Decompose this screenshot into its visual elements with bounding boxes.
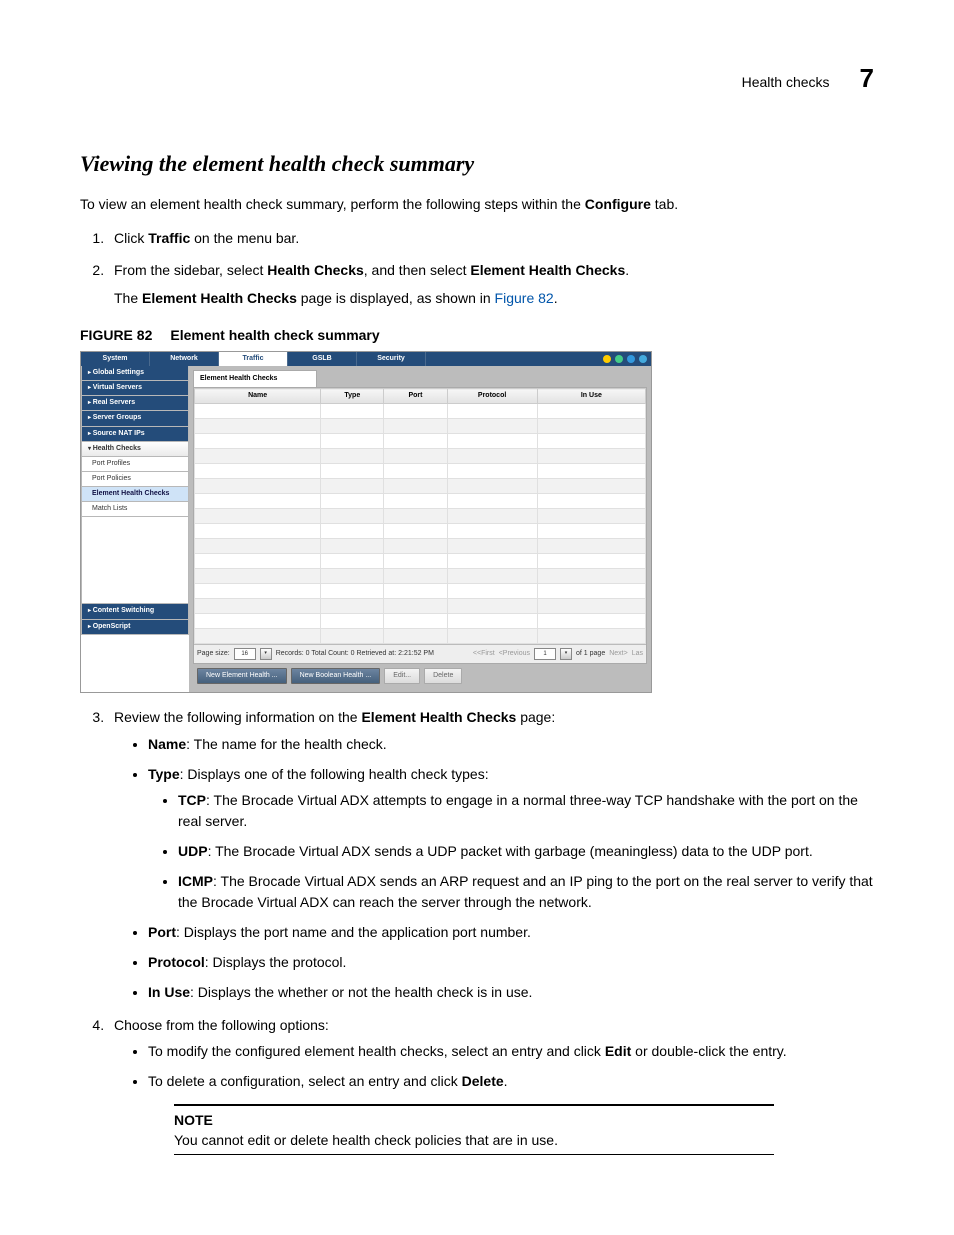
col-protocol[interactable]: Protocol <box>447 389 537 404</box>
sidebar-item-health-checks[interactable]: Health Checks <box>81 442 189 457</box>
intro-bold: Configure <box>585 196 651 212</box>
col-type[interactable]: Type <box>321 389 384 404</box>
field-type-udp: UDP: The Brocade Virtual ADX sends a UDP… <box>178 841 874 861</box>
sidebar-item-content-switching[interactable]: Content Switching <box>81 604 189 619</box>
table-row <box>195 494 646 509</box>
table-row <box>195 629 646 644</box>
sidebar-item-source-nat-ips[interactable]: Source NAT IPs <box>81 427 189 442</box>
table-row <box>195 554 646 569</box>
table-row <box>195 614 646 629</box>
table-row <box>195 404 646 419</box>
sidebar-item-virtual-servers[interactable]: Virtual Servers <box>81 381 189 396</box>
sidebar-sub-match-lists[interactable]: Match Lists <box>81 502 189 517</box>
sidebar-sub-port-policies[interactable]: Port Policies <box>81 472 189 487</box>
help-icon[interactable] <box>639 355 647 363</box>
field-name: Name: The name for the health check. <box>148 734 874 754</box>
sidebar: Global Settings Virtual Servers Real Ser… <box>81 366 189 692</box>
table-row <box>195 449 646 464</box>
pager-first[interactable]: <<First <box>473 649 495 659</box>
intro-pre: To view an element health check summary,… <box>80 196 585 212</box>
pager-bar: Page size: 16 ▾ Records: 0 Total Count: … <box>194 644 646 663</box>
table-row <box>195 599 646 614</box>
records-info: Records: 0 Total Count: 0 Retrieved at: … <box>276 649 434 659</box>
table-row <box>195 524 646 539</box>
note-text: You cannot edit or delete health check p… <box>174 1130 874 1150</box>
pager-page-num[interactable]: 1 <box>534 648 556 660</box>
option-delete: To delete a configuration, select an ent… <box>148 1071 874 1091</box>
pager-last[interactable]: Las <box>632 649 643 659</box>
sidebar-sub-port-profiles[interactable]: Port Profiles <box>81 457 189 472</box>
new-element-health-button[interactable]: New Element Health ... <box>197 668 287 684</box>
note-box: NOTE You cannot edit or delete health ch… <box>174 1104 874 1156</box>
figure-caption: FIGURE 82 Element health check summary <box>80 325 874 345</box>
page-header: Health checks 7 <box>80 60 874 98</box>
table-row <box>195 509 646 524</box>
section-title: Viewing the element health check summary <box>80 148 874 180</box>
steps-list-continued: Review the following information on the … <box>108 707 874 1155</box>
col-port[interactable]: Port <box>384 389 447 404</box>
page-size-value[interactable]: 16 <box>234 648 256 660</box>
pager-page-dropdown[interactable]: ▾ <box>560 648 572 660</box>
tab-system[interactable]: System <box>81 352 150 366</box>
field-type-tcp: TCP: The Brocade Virtual ADX attempts to… <box>178 790 874 831</box>
tab-network[interactable]: Network <box>150 352 219 366</box>
option-edit: To modify the configured element health … <box>148 1041 874 1061</box>
delete-button[interactable]: Delete <box>424 668 462 684</box>
step-1: Click Traffic on the menu bar. <box>108 228 874 248</box>
step-2: From the sidebar, select Health Checks, … <box>108 260 874 309</box>
top-menu-bar: System Network Traffic GSLB Security <box>81 352 651 366</box>
field-port: Port: Displays the port name and the app… <box>148 922 874 942</box>
figure-text: Element health check summary <box>170 327 379 343</box>
table-row <box>195 419 646 434</box>
new-boolean-health-button[interactable]: New Boolean Health ... <box>291 668 381 684</box>
field-type-icmp: ICMP: The Brocade Virtual ADX sends an A… <box>178 871 874 912</box>
sidebar-item-openscript[interactable]: OpenScript <box>81 620 189 635</box>
table-row <box>195 434 646 449</box>
sidebar-item-global-settings[interactable]: Global Settings <box>81 366 189 381</box>
field-type: Type: Displays one of the following heal… <box>148 764 874 912</box>
table-row <box>195 464 646 479</box>
header-title: Health checks <box>742 72 830 92</box>
table-row <box>195 479 646 494</box>
app-screenshot: System Network Traffic GSLB Security Glo… <box>80 351 652 693</box>
intro-paragraph: To view an element health check summary,… <box>80 194 874 214</box>
pager-of: of 1 page <box>576 649 605 659</box>
chapter-number: 7 <box>860 60 874 98</box>
intro-post: tab. <box>651 196 678 212</box>
page-size-label: Page size: <box>197 649 230 659</box>
table-row <box>195 584 646 599</box>
tab-traffic[interactable]: Traffic <box>219 352 288 366</box>
content-area: Element Health Checks Name Type Port Pro… <box>189 366 651 692</box>
step-3: Review the following information on the … <box>108 707 874 1002</box>
sidebar-sub-element-health-checks[interactable]: Element Health Checks <box>81 487 189 502</box>
sidebar-item-real-servers[interactable]: Real Servers <box>81 396 189 411</box>
page-size-dropdown[interactable]: ▾ <box>260 648 272 660</box>
sidebar-item-server-groups[interactable]: Server Groups <box>81 411 189 426</box>
refresh-icon[interactable] <box>615 355 623 363</box>
steps-list: Click Traffic on the menu bar. From the … <box>108 228 874 309</box>
figure-label: FIGURE 82 <box>80 327 152 343</box>
action-bar: New Element Health ... New Boolean Healt… <box>193 664 647 688</box>
step-4: Choose from the following options: To mo… <box>108 1015 874 1155</box>
grid-body[interactable] <box>195 404 646 644</box>
alert-icon[interactable] <box>603 355 611 363</box>
tab-gslb[interactable]: GSLB <box>288 352 357 366</box>
col-in-use[interactable]: In Use <box>537 389 645 404</box>
data-grid: Name Type Port Protocol In Use <box>193 387 647 664</box>
field-in-use: In Use: Displays the whether or not the … <box>148 982 874 1002</box>
tab-security[interactable]: Security <box>357 352 426 366</box>
pager-next[interactable]: Next> <box>609 649 627 659</box>
pager-prev[interactable]: <Previous <box>499 649 530 659</box>
table-row <box>195 569 646 584</box>
save-icon[interactable] <box>627 355 635 363</box>
col-name[interactable]: Name <box>195 389 321 404</box>
content-tab[interactable]: Element Health Checks <box>193 370 317 387</box>
table-row <box>195 539 646 554</box>
note-title: NOTE <box>174 1110 874 1130</box>
field-protocol: Protocol: Displays the protocol. <box>148 952 874 972</box>
edit-button[interactable]: Edit... <box>384 668 420 684</box>
figure-link[interactable]: Figure 82 <box>495 290 554 306</box>
